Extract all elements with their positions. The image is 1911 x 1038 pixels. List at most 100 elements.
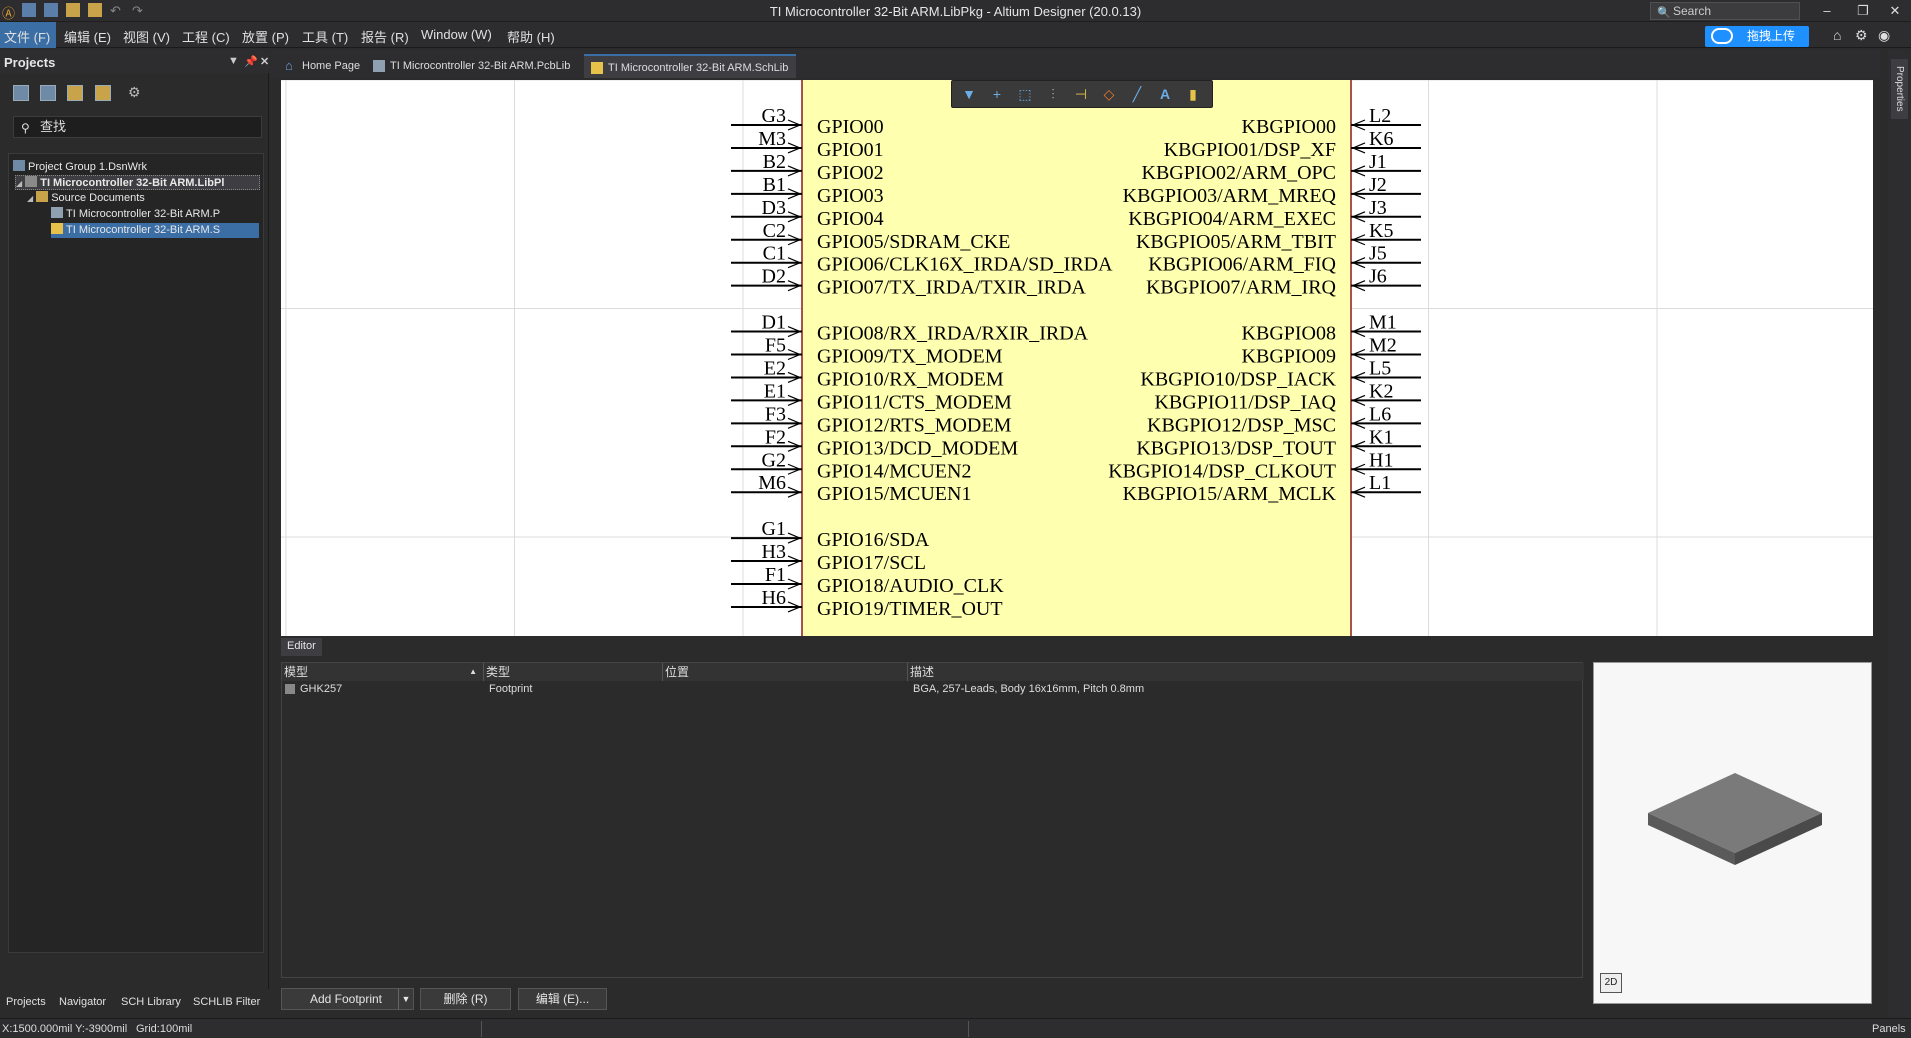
column-description[interactable]: 描述 — [908, 663, 1584, 681]
add-dropdown-button[interactable]: ▼ — [398, 988, 414, 1010]
pin-designator: J6 — [1369, 266, 1387, 288]
menu-help[interactable]: 帮助 (H) — [507, 27, 555, 46]
menu-project[interactable]: 工程 (C) — [182, 27, 230, 46]
pin-name: GPIO03 — [817, 185, 884, 207]
edit-button[interactable]: 编辑 (E)... — [518, 988, 607, 1010]
pin-designator: M2 — [1369, 335, 1397, 357]
footprint-icon — [285, 684, 295, 694]
tab-projects[interactable]: Projects — [6, 996, 46, 1008]
pin-name: GPIO05/SDRAM_CKE — [817, 231, 1010, 253]
pin-designator: C2 — [763, 220, 786, 242]
column-model[interactable]: 模型 ▲ — [282, 663, 484, 681]
tab-editor[interactable]: Editor — [281, 638, 322, 656]
menu-file[interactable]: 文件 (F) — [0, 22, 57, 48]
model-table: 模型 ▲ 类型 位置 描述 GHK257 Footprint BGA, 257-L… — [281, 662, 1584, 978]
libpkg-icon — [25, 176, 38, 187]
align-icon[interactable]: ⫶ — [1044, 86, 1062, 102]
tab-sch-library[interactable]: SCH Library — [121, 996, 181, 1008]
menu-place[interactable]: 放置 (P) — [242, 27, 289, 46]
column-type[interactable]: 类型 — [484, 663, 663, 681]
schematic-svg[interactable]: G3 GPIO00 M3 GPIO01 B2 GPIO02 B1 GPIO03 D3 GPIO04… — [281, 80, 1873, 636]
pin-name: GPIO06/CLK16X_IRDA/SD_IRDA — [817, 254, 1113, 276]
status-bar: X:1500.000mil Y:-3900mil Grid:100mil Pan… — [0, 1018, 1911, 1038]
tab-label: TI Microcontroller 32-Bit ARM.SchLib — [608, 62, 789, 74]
tree-label: Project Group 1.DsnWrk — [28, 161, 148, 173]
tab-navigator[interactable]: Navigator — [59, 996, 106, 1008]
tree-item-schlib[interactable]: TI Microcontroller 32-Bit ARM.S — [51, 223, 259, 238]
pin-name: KBGPIO15/ARM_MCLK — [1123, 483, 1337, 505]
chevron-down-icon: ▼ — [401, 994, 411, 1004]
panel-close-icon[interactable]: ✕ — [260, 55, 269, 68]
pin-designator: M1 — [1369, 312, 1397, 334]
gear-icon[interactable]: ⚙ — [1855, 27, 1868, 44]
ieee-symbol-icon[interactable]: ◇ — [1100, 86, 1118, 102]
tab-pcblib[interactable]: TI Microcontroller 32-Bit ARM.PcbLib — [366, 54, 578, 78]
pin-designator: F1 — [765, 564, 786, 586]
maximize-button[interactable]: ❐ — [1848, 0, 1878, 22]
project-search-input[interactable]: ⚲ 查找 — [13, 116, 262, 138]
menu-reports[interactable]: 报告 (R) — [361, 27, 409, 46]
cloud-upload-button[interactable]: 拖拽上传 — [1705, 26, 1809, 47]
tree-item-source-documents[interactable]: ◢ Source Documents — [27, 191, 145, 206]
move-icon[interactable]: + — [988, 86, 1006, 102]
pin-name: KBGPIO11/DSP_IAQ — [1154, 391, 1336, 413]
add-footprint-button[interactable]: Add Footprint — [281, 988, 411, 1010]
tree-label: TI Microcontroller 32-Bit ARM.LibPl — [40, 177, 225, 189]
user-icon[interactable]: ◉ — [1878, 27, 1890, 44]
view-2d-button[interactable]: 2D — [1600, 973, 1622, 993]
minimize-button[interactable]: – — [1812, 0, 1842, 22]
tree-item-libpkg[interactable]: ◢ TI Microcontroller 32-Bit ARM.LibPl — [15, 175, 260, 190]
grid-size: Grid:100mil — [136, 1023, 193, 1035]
tab-schlib-filter[interactable]: SCHLIB Filter — [193, 996, 260, 1008]
tree-label: TI Microcontroller 32-Bit ARM.S — [66, 224, 221, 236]
panels-button[interactable]: Panels — [1872, 1023, 1906, 1035]
menu-tools[interactable]: 工具 (T) — [302, 27, 348, 46]
filter-icon[interactable]: ▼ — [960, 86, 978, 102]
footprint-3d-preview[interactable]: 2D — [1593, 662, 1872, 1004]
pin-designator: H1 — [1369, 449, 1393, 471]
menu-window[interactable]: Window (W) — [421, 27, 492, 42]
save-project-icon[interactable] — [13, 85, 29, 101]
pin-name: GPIO08/RX_IRDA/RXIR_IRDA — [817, 323, 1089, 345]
component-icon[interactable]: ▮ — [1184, 86, 1202, 102]
settings-icon[interactable]: ⚙ — [128, 85, 144, 101]
pin-designator: K2 — [1369, 380, 1393, 402]
text-icon[interactable]: A — [1156, 86, 1174, 102]
tab-home-page[interactable]: ⌂ Home Page — [278, 54, 368, 78]
tab-properties[interactable]: Properties — [1891, 59, 1908, 119]
pin-name: KBGPIO05/ARM_TBIT — [1136, 231, 1336, 253]
close-folder-icon[interactable] — [95, 85, 111, 101]
pin-designator: D2 — [762, 266, 786, 288]
pin-designator: L1 — [1369, 472, 1391, 494]
pin-name: KBGPIO06/ARM_FIQ — [1148, 254, 1336, 276]
menu-view[interactable]: 视图 (V) — [123, 27, 170, 46]
project-search-placeholder: 查找 — [40, 119, 67, 134]
tree-item-workspace[interactable]: Project Group 1.DsnWrk — [13, 160, 147, 175]
active-bar-toolbar: ▼ + ⬚ ⫶ ⊣ ◇ ╱ A ▮ — [951, 80, 1213, 108]
global-search[interactable]: 🔍 Search — [1650, 2, 1800, 20]
cell-model: GHK257 — [300, 683, 343, 695]
menu-edit[interactable]: 编辑 (E) — [64, 27, 111, 46]
line-icon[interactable]: ╱ — [1128, 86, 1146, 102]
close-button[interactable]: ✕ — [1880, 0, 1910, 22]
column-location[interactable]: 位置 — [663, 663, 908, 681]
save-all-projects-icon[interactable] — [40, 85, 56, 101]
select-area-icon[interactable]: ⬚ — [1016, 86, 1034, 102]
window-title: TI Microcontroller 32-Bit ARM.LibPkg - A… — [769, 4, 1142, 19]
project-tree: Project Group 1.DsnWrk ◢ TI Microcontrol… — [8, 153, 264, 953]
open-folder-icon[interactable] — [67, 85, 83, 101]
pin-icon[interactable]: 📌 — [244, 55, 258, 68]
tab-schlib[interactable]: TI Microcontroller 32-Bit ARM.SchLib — [584, 54, 797, 78]
delete-button[interactable]: 删除 (R) — [420, 988, 511, 1010]
tree-label: Source Documents — [51, 192, 145, 204]
place-pin-icon[interactable]: ⊣ — [1072, 86, 1090, 102]
document-tabs: ⌂ Home Page TI Microcontroller 32-Bit AR… — [270, 49, 1880, 78]
tree-item-pcblib[interactable]: TI Microcontroller 32-Bit ARM.P — [51, 207, 220, 222]
panel-menu-icon[interactable]: ▼ — [228, 55, 239, 67]
pin-name: GPIO11/CTS_MODEM — [817, 391, 1012, 413]
table-row[interactable]: GHK257 Footprint BGA, 257-Leads, Body 16… — [285, 681, 1581, 697]
pin-name: GPIO19/TIMER_OUT — [817, 598, 1003, 620]
schematic-canvas[interactable]: G3 GPIO00 M3 GPIO01 B2 GPIO02 B1 GPIO03 D3 GPIO04… — [281, 80, 1873, 636]
home-icon[interactable]: ⌂ — [1833, 27, 1841, 43]
pin-name: KBGPIO12/DSP_MSC — [1147, 414, 1336, 436]
